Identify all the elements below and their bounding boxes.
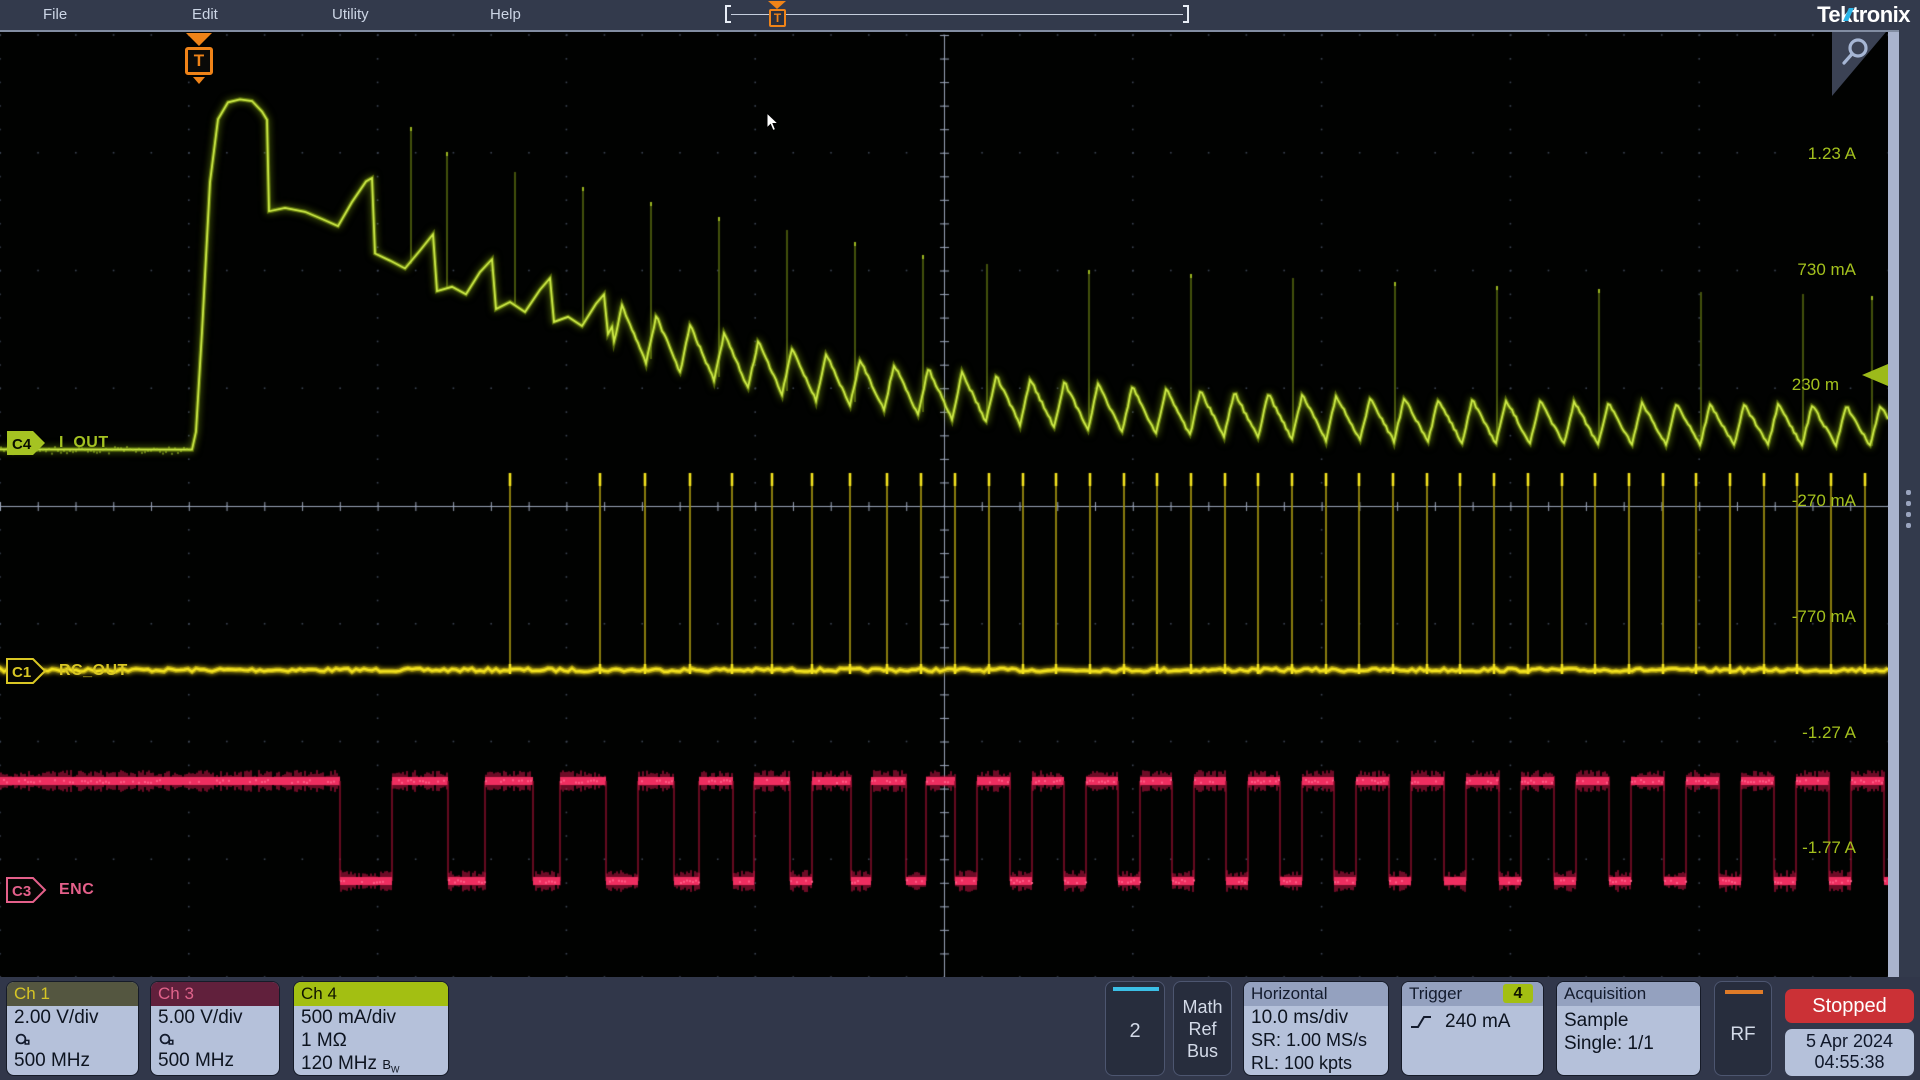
channel-3-bandwidth: 500 MHz [151, 1049, 279, 1072]
channel-badge-c1[interactable]: C1 RC_OUT [6, 658, 128, 684]
channel-1-bandwidth: 500 MHz [7, 1049, 138, 1072]
wave-view-count: 2 [1106, 1020, 1164, 1043]
rf-button[interactable]: RF [1714, 981, 1772, 1076]
channel-1-scale: 2.00 V/div [7, 1006, 138, 1029]
menu-item-utility[interactable]: Utility [332, 0, 369, 30]
right-scrollbar[interactable] [1888, 32, 1899, 979]
trigger-position-slider[interactable]: T [766, 0, 788, 30]
wave-view-accent [1113, 987, 1159, 991]
acquisition-title: Acquisition [1557, 982, 1700, 1006]
date-label: 5 Apr 2024 [1785, 1031, 1914, 1052]
math-ref-bus-button[interactable]: Math Ref Bus [1173, 981, 1232, 1076]
channel-tag-shape: C3 [6, 877, 47, 903]
scale-label: -1.27 A [1736, 723, 1856, 743]
menu-item-help[interactable]: Help [490, 0, 521, 30]
channel-tag-shape: C4 [6, 430, 47, 456]
bw-limit-icon: BW [382, 1057, 399, 1072]
svg-text:C3: C3 [12, 883, 31, 900]
channel-label: RC_OUT [59, 662, 128, 680]
channel-label: ENC [59, 881, 94, 899]
trigger-slider-arrow-icon [768, 1, 786, 9]
scale-label: -270 mA [1736, 491, 1856, 511]
acquisition-mode: Sample [1557, 1009, 1700, 1032]
drag-handle-dot [1906, 512, 1911, 517]
waveform-canvas[interactable] [0, 32, 1888, 979]
menu-item-file[interactable]: File [43, 0, 67, 30]
math-label: Math [1174, 996, 1231, 1018]
trigger-marker-tail-icon [193, 77, 205, 84]
probe-icon [158, 1032, 176, 1047]
trigger-level-row: 240 mA [1402, 1010, 1543, 1033]
run-state-button[interactable]: Stopped [1785, 989, 1914, 1023]
probe-icon [14, 1032, 32, 1047]
rising-edge-icon [1409, 1014, 1433, 1030]
channel-4-impedance: 1 MΩ [294, 1029, 448, 1052]
rf-label: RF [1715, 1024, 1771, 1046]
trigger-level-value: 240 mA [1445, 1010, 1510, 1033]
drag-handle-dot [1906, 523, 1911, 528]
horizontal-position-track[interactable] [731, 14, 1183, 15]
wave-view-button[interactable]: 2 [1105, 981, 1165, 1076]
channel-3-badge[interactable]: Ch 3 5.00 V/div 500 MHz [150, 981, 280, 1076]
record-length: RL: 100 kpts [1244, 1052, 1388, 1075]
scale-label: -1.77 A [1736, 838, 1856, 858]
trigger-source-badge: 4 [1503, 984, 1533, 1003]
record-end-bracket [1183, 5, 1189, 23]
drag-handle-dot [1906, 501, 1911, 506]
date-time-panel[interactable]: 5 Apr 2024 04:55:38 [1785, 1029, 1914, 1076]
sample-rate: SR: 1.00 MS/s [1244, 1029, 1388, 1052]
channel-4-bandwidth: 120 MHz BW [294, 1052, 448, 1076]
svg-text:C1: C1 [12, 664, 31, 681]
horizontal-title: Horizontal [1244, 982, 1388, 1006]
drag-handle-dot [1906, 490, 1911, 495]
channel-4-badge[interactable]: Ch 4 500 mA/div 1 MΩ 120 MHz BW [293, 981, 449, 1076]
menu-item-edit[interactable]: Edit [192, 0, 218, 30]
drag-handle[interactable] [1906, 490, 1912, 534]
channel-tag-shape: C1 [6, 658, 47, 684]
menu-bar: File Edit Utility Help T Tektronix [0, 0, 1920, 30]
channel-3-probe-row [151, 1029, 279, 1049]
ref-label: Ref [1174, 1018, 1231, 1040]
horizontal-scale: 10.0 ms/div [1244, 1006, 1388, 1029]
scale-label: 230 m [1719, 375, 1839, 395]
trigger-level-arrow-icon[interactable] [1862, 364, 1888, 386]
trigger-title: Trigger 4 [1402, 982, 1543, 1006]
record-start-bracket [725, 5, 731, 23]
waveform-display: 1.23 A 730 mA 230 m -270 mA -770 mA -1.2… [0, 30, 1899, 977]
channel-4-title: Ch 4 [294, 982, 448, 1006]
mouse-cursor [766, 112, 780, 132]
channel-3-scale: 5.00 V/div [151, 1006, 279, 1029]
channel-3-title: Ch 3 [151, 982, 279, 1006]
tektronix-logo: Tektronix [1817, 2, 1910, 28]
scale-label: -770 mA [1736, 607, 1856, 627]
acquisition-single: Single: 1/1 [1557, 1032, 1700, 1055]
channel-4-scale: 500 mA/div [294, 1006, 448, 1029]
horizontal-badge[interactable]: Horizontal 10.0 ms/div SR: 1.00 MS/s RL:… [1243, 981, 1389, 1076]
channel-1-title: Ch 1 [7, 982, 138, 1006]
channel-badge-c4[interactable]: C4 I_OUT [6, 430, 109, 456]
channel-1-probe-row [7, 1029, 138, 1049]
channel-1-badge[interactable]: Ch 1 2.00 V/div 500 MHz [6, 981, 139, 1076]
trigger-marker-t-icon: T [185, 47, 213, 75]
trigger-badge[interactable]: Trigger 4 240 mA [1401, 981, 1544, 1076]
svg-text:C4: C4 [12, 436, 32, 453]
results-bar-divider [1899, 30, 1920, 977]
acquisition-badge[interactable]: Acquisition Sample Single: 1/1 [1556, 981, 1701, 1076]
trigger-position-marker[interactable]: T [183, 33, 217, 89]
channel-badge-c3[interactable]: C3 ENC [6, 877, 94, 903]
scale-label: 730 mA [1736, 260, 1856, 280]
rf-accent [1725, 990, 1763, 994]
time-label: 04:55:38 [1785, 1052, 1914, 1073]
trigger-slider-t-icon: T [769, 9, 786, 27]
scale-label: 1.23 A [1736, 144, 1856, 164]
trigger-marker-arrow-icon [186, 33, 212, 46]
bus-label: Bus [1174, 1040, 1231, 1062]
settings-bar: Ch 1 2.00 V/div 500 MHz Ch 3 5.00 V/div … [0, 977, 1920, 1080]
channel-label: I_OUT [59, 434, 109, 452]
oscilloscope-screen: File Edit Utility Help T Tektronix 1.23 … [0, 0, 1920, 1080]
